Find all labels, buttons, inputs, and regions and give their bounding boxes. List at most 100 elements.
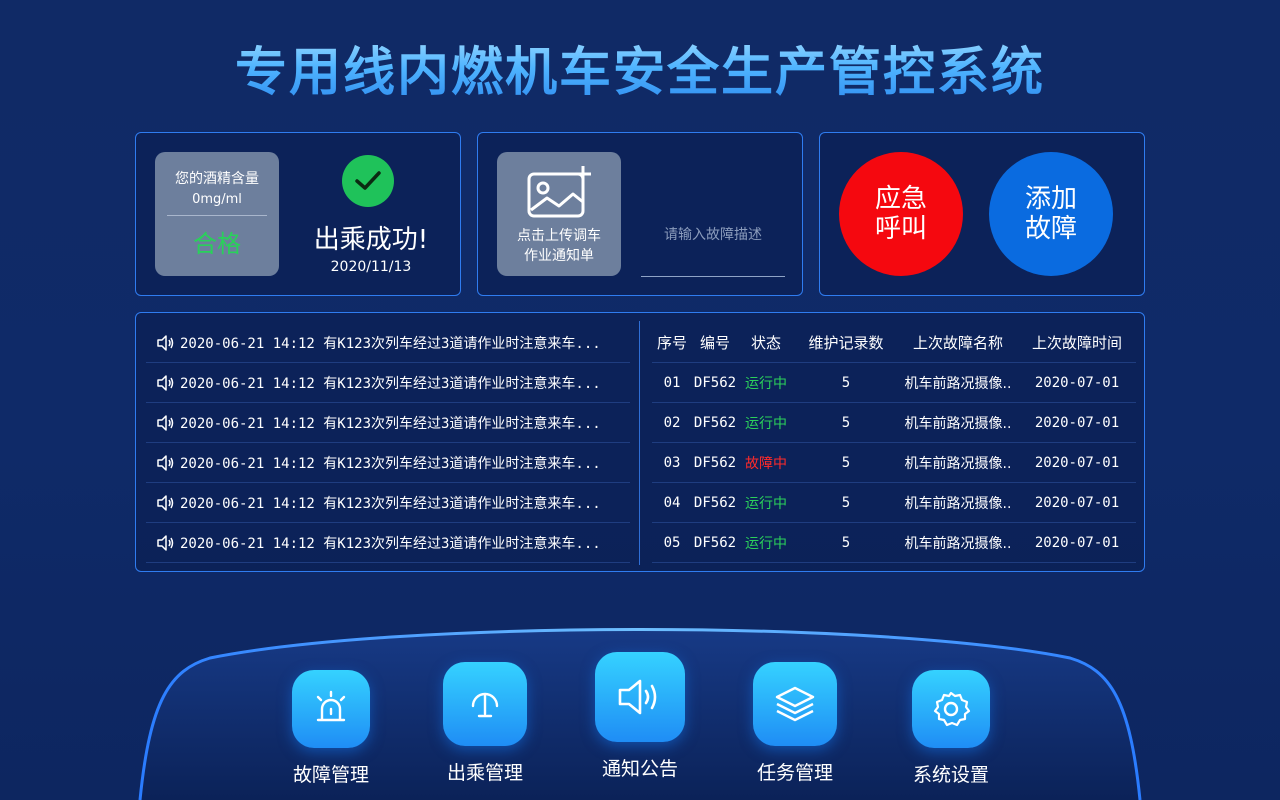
locomotive-table: 序号 编号 状态 维护记录数 上次故障名称 上次故障时间 01 DF562 运行中 5… [652,323,1136,563]
notice-text: 2020-06-21 14:12 有K123次列车经过3道请作业时注意来车... [180,335,601,352]
cell-fault-name: 机车前路况摄像.. [904,535,1012,552]
gear-icon [912,670,990,748]
cell-records: 5 [841,454,851,471]
cell-status: 运行中 [745,535,787,552]
alcohol-value: 0mg/ml [192,192,242,207]
emergency-label-line1: 应急 [874,184,927,214]
panel-divider [639,321,640,565]
cell-records: 5 [841,534,851,551]
cell-fault-time: 2020-07-01 [1034,374,1120,391]
cell-id: DF562 [693,374,737,391]
table-row[interactable]: 03 DF562 故障中 5 机车前路况摄像.. 2020-07-01 [652,443,1136,483]
alcohol-result: 合格 [193,230,241,258]
table-row[interactable]: 05 DF562 运行中 5 机车前路况摄像.. 2020-07-01 [652,523,1136,563]
bottom-dock: 故障管理 出乘管理 通知公告 任务管理 系统设置 [0,600,1280,800]
cell-records: 5 [841,374,851,391]
table-header: 序号 编号 状态 维护记录数 上次故障名称 上次故障时间 [652,323,1136,363]
add-fault-button[interactable]: 添加 故障 [989,152,1113,276]
speaker-icon [157,454,174,471]
table-row[interactable]: 01 DF562 运行中 5 机车前路况摄像.. 2020-07-01 [652,363,1136,403]
cell-id: DF562 [693,534,737,551]
header-id: 编号 [699,334,730,352]
cell-status: 运行中 [745,495,787,512]
table-row[interactable]: 04 DF562 运行中 5 机车前路况摄像.. 2020-07-01 [652,483,1136,523]
header-status: 状态 [750,334,781,352]
cell-fault-time: 2020-07-01 [1034,414,1120,431]
notice-item[interactable]: 2020-06-21 14:12 有K123次列车经过3道请作业时注意来车... [146,523,630,563]
upload-label-line1: 点击上传调车 [517,228,601,244]
page-title: 专用线内燃机车安全生产管控系统 [0,30,1280,105]
alcohol-label: 您的酒精含量 [175,171,259,187]
cell-no: 04 [663,494,681,511]
notice-item[interactable]: 2020-06-21 14:12 有K123次列车经过3道请作业时注意来车... [146,483,630,523]
notice-text: 2020-06-21 14:12 有K123次列车经过3道请作业时注意来车... [180,495,601,512]
speaker-icon [157,414,174,431]
speaker-icon [157,374,174,391]
nav-label: 通知公告 [601,758,678,780]
fault-description-input[interactable] [641,193,785,277]
emergency-label-line2: 呼叫 [874,214,927,244]
upload-button[interactable]: 点击上传调车 作业通知单 [497,152,621,276]
cell-id: DF562 [693,494,737,511]
header-fault-name: 上次故障名称 [912,334,1003,352]
alcohol-divider [167,215,267,216]
cell-fault-name: 机车前路况摄像.. [904,495,1012,512]
notice-item[interactable]: 2020-06-21 14:12 有K123次列车经过3道请作业时注意来车... [146,403,630,443]
cell-status: 运行中 [745,375,787,392]
cell-fault-time: 2020-07-01 [1034,534,1120,551]
emergency-call-button[interactable]: 应急 呼叫 [839,152,963,276]
nav-item-1[interactable]: 故障管理 [261,670,401,787]
nav-item-4[interactable]: 任务管理 [725,662,865,785]
cell-fault-name: 机车前路况摄像.. [904,375,1012,392]
nav-item-5[interactable]: 系统设置 [881,670,1021,787]
nav-item-3[interactable]: 通知公告 [570,652,710,781]
notice-item[interactable]: 2020-06-21 14:12 有K123次列车经过3道请作业时注意来车... [146,443,630,483]
cell-records: 5 [841,414,851,431]
boarding-status: 出乘成功! [313,225,429,255]
layers-icon [753,662,837,746]
nav-label: 出乘管理 [446,762,523,784]
cell-status: 故障中 [745,455,787,472]
cell-no: 03 [663,454,681,471]
header-fault-time: 上次故障时间 [1031,334,1122,352]
boarding-date: 2020/11/13 [330,259,412,275]
alarm-light-icon [292,670,370,748]
boarding-panel: 您的酒精含量 0mg/ml 合格 出乘成功! 2020/11/13 [135,132,461,296]
cell-fault-time: 2020-07-01 [1034,494,1120,511]
cell-status: 运行中 [745,415,787,432]
image-upload-icon [527,166,591,218]
cell-fault-name: 机车前路况摄像.. [904,455,1012,472]
notice-text: 2020-06-21 14:12 有K123次列车经过3道请作业时注意来车... [180,535,601,552]
addfault-label-line1: 添加 [1024,184,1077,214]
nav-item-2[interactable]: 出乘管理 [415,662,555,785]
cell-id: DF562 [693,414,737,431]
notice-text: 2020-06-21 14:12 有K123次列车经过3道请作业时注意来车... [180,455,601,472]
cell-no: 02 [663,414,681,431]
speaker-icon [595,652,685,742]
cell-fault-name: 机车前路况摄像.. [904,415,1012,432]
table-row[interactable]: 02 DF562 运行中 5 机车前路况摄像.. 2020-07-01 [652,403,1136,443]
cell-id: DF562 [693,454,737,471]
speaker-icon [157,534,174,551]
alcohol-card: 您的酒精含量 0mg/ml 合格 [155,152,279,276]
check-icon [342,155,394,207]
header-no: 序号 [656,334,687,352]
info-panel: 2020-06-21 14:12 有K123次列车经过3道请作业时注意来车...… [135,312,1145,572]
notice-item[interactable]: 2020-06-21 14:12 有K123次列车经过3道请作业时注意来车... [146,323,630,363]
notice-item[interactable]: 2020-06-21 14:12 有K123次列车经过3道请作业时注意来车... [146,363,630,403]
nav-label: 任务管理 [756,762,833,784]
cell-fault-time: 2020-07-01 [1034,454,1120,471]
header-records: 维护记录数 [808,334,884,352]
upload-label-line2: 作业通知单 [524,248,594,264]
cell-records: 5 [841,494,851,511]
notice-text: 2020-06-21 14:12 有K123次列车经过3道请作业时注意来车... [180,415,601,432]
cell-no: 01 [663,374,681,391]
speaker-icon [157,334,174,351]
actions-panel: 应急 呼叫 添加 故障 [819,132,1145,296]
nav-label: 系统设置 [912,764,989,786]
nav-label: 故障管理 [292,764,369,786]
notice-text: 2020-06-21 14:12 有K123次列车经过3道请作业时注意来车... [180,375,601,392]
addfault-label-line2: 故障 [1024,214,1077,244]
gauge-icon [443,662,527,746]
notice-list: 2020-06-21 14:12 有K123次列车经过3道请作业时注意来车...… [146,323,630,563]
